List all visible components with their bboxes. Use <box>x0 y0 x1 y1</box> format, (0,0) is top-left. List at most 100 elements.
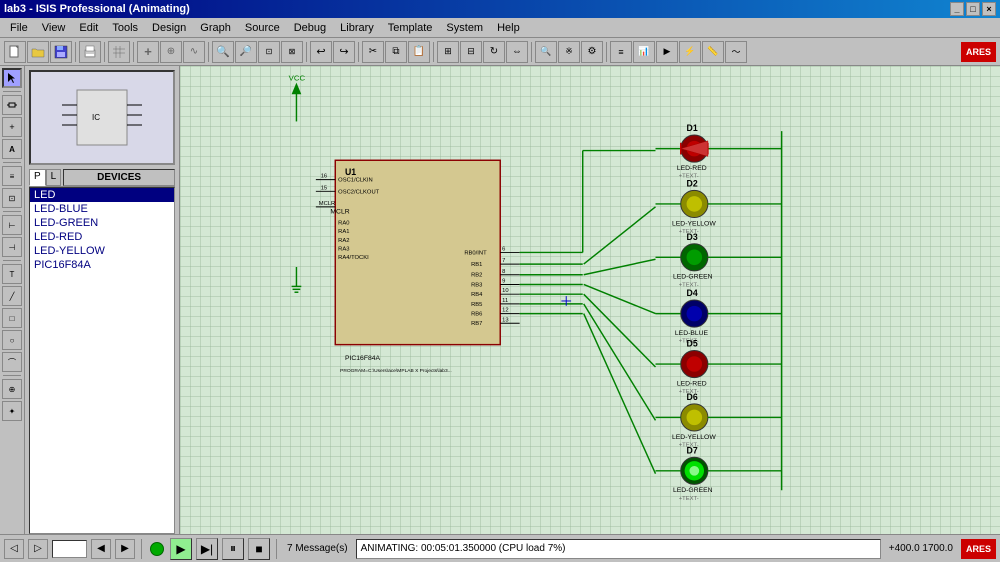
coordinates-display: +400.0 1700.0 <box>885 543 957 554</box>
line-tool[interactable]: ╱ <box>2 286 22 306</box>
cut-button[interactable]: ✂ <box>362 41 384 63</box>
wire-label-tool[interactable]: A <box>2 139 22 159</box>
mirror-button[interactable]: ⇔ <box>506 41 528 63</box>
sep8 <box>531 42 532 62</box>
zoom-out-button[interactable]: 🔎 <box>235 41 257 63</box>
play-button[interactable]: ▶ <box>170 538 192 560</box>
svg-text:LED-GREEN: LED-GREEN <box>673 274 713 281</box>
open-button[interactable] <box>27 41 49 63</box>
circle-tool[interactable]: ○ <box>2 330 22 350</box>
svg-text:D6: D6 <box>687 392 698 402</box>
undo-forward-button[interactable]: ▷ <box>28 539 48 559</box>
svg-text:RB3: RB3 <box>471 282 482 288</box>
annotate-button[interactable]: ※ <box>558 41 580 63</box>
menu-system[interactable]: System <box>440 19 489 37</box>
probe-button[interactable]: ⊕ <box>160 41 182 63</box>
minimize-button[interactable]: _ <box>950 2 964 16</box>
select-tool[interactable] <box>2 68 22 88</box>
print-button[interactable] <box>79 41 101 63</box>
device-led-yellow[interactable]: LED-YELLOW <box>30 244 174 258</box>
arc-tool[interactable]: ⌒ <box>2 352 22 372</box>
zoom-100-button[interactable]: 🔍 <box>535 41 557 63</box>
svg-text:RB1: RB1 <box>471 262 482 268</box>
ares-logo-btn[interactable]: ARES <box>961 42 996 62</box>
marker-tool[interactable]: ✦ <box>2 401 22 421</box>
netlist-button[interactable]: ≡ <box>610 41 632 63</box>
menu-graph[interactable]: Graph <box>194 19 237 37</box>
sim-button[interactable]: ▶ <box>656 41 678 63</box>
step-back-button[interactable]: ◀ <box>91 539 111 559</box>
terminal-tool[interactable]: ⊢ <box>2 215 22 235</box>
zoom-fit-button[interactable]: ⊡ <box>258 41 280 63</box>
menu-debug[interactable]: Debug <box>288 19 332 37</box>
properties-button[interactable]: ⚙ <box>581 41 603 63</box>
device-led-green[interactable]: LED-GREEN <box>30 216 174 230</box>
svg-text:13: 13 <box>502 317 508 323</box>
subcircuit-tool[interactable]: ⊡ <box>2 188 22 208</box>
oscilloscope-button[interactable]: 〜 <box>725 41 747 63</box>
device-list: LED LED-BLUE LED-GREEN LED-RED LED-YELLO… <box>29 187 175 534</box>
undo-button[interactable]: ↩ <box>310 41 332 63</box>
step-forward-button[interactable]: ▶ <box>115 539 135 559</box>
zoom-select-button[interactable]: ⊠ <box>281 41 303 63</box>
svg-text:LED-YELLOW: LED-YELLOW <box>672 220 716 227</box>
device-led-red[interactable]: LED-RED <box>30 230 174 244</box>
junction-tool[interactable]: + <box>2 117 22 137</box>
box-tool[interactable]: □ <box>2 308 22 328</box>
rotate-button[interactable]: ↻ <box>483 41 505 63</box>
add-component-button[interactable]: + <box>137 41 159 63</box>
menu-design[interactable]: Design <box>146 19 192 37</box>
svg-text:RB7: RB7 <box>471 321 482 327</box>
device-led-blue[interactable]: LED-BLUE <box>30 202 174 216</box>
pause-button[interactable]: ⏸ <box>222 538 244 560</box>
svg-text:RA3: RA3 <box>338 247 349 253</box>
redo-button[interactable]: ↪ <box>333 41 355 63</box>
paste-button[interactable]: 📋 <box>408 41 430 63</box>
zoom-area-tool[interactable]: ⊕ <box>2 379 22 399</box>
power-button[interactable]: ⚡ <box>679 41 701 63</box>
menu-source[interactable]: Source <box>239 19 286 37</box>
text-tool[interactable]: T <box>2 264 22 284</box>
component-tool[interactable] <box>2 95 22 115</box>
block-copy-button[interactable]: ⊞ <box>437 41 459 63</box>
device-led[interactable]: LED <box>30 188 174 202</box>
canvas-area[interactable]: VCC U1 16 OSC1/CLKIN 15 OSC2/CLKOUT <box>180 66 1000 534</box>
step-play-button[interactable]: ▶| <box>196 538 218 560</box>
maximize-button[interactable]: □ <box>966 2 980 16</box>
new-button[interactable] <box>4 41 26 63</box>
svg-text:LED-GREEN: LED-GREEN <box>673 487 713 494</box>
menu-tools[interactable]: Tools <box>106 19 144 37</box>
close-button[interactable]: × <box>982 2 996 16</box>
undo-level-input[interactable]: 0 <box>52 540 87 558</box>
svg-text:+TEXT-: +TEXT- <box>679 496 699 502</box>
device-pic16f84a[interactable]: PIC16F84A <box>30 258 174 272</box>
menu-edit[interactable]: Edit <box>73 19 104 37</box>
block-move-button[interactable]: ⊟ <box>460 41 482 63</box>
menu-file[interactable]: File <box>4 19 34 37</box>
animation-status: ANIMATING: 00:05:01.350000 (CPU load 7%) <box>356 539 881 559</box>
undo-back-button[interactable]: ◁ <box>4 539 24 559</box>
statusbar: ◁ ▷ 0 ◀ ▶ ▶ ▶| ⏸ ■ 7 Message(s) ANIMATIN… <box>0 534 1000 562</box>
save-button[interactable] <box>50 41 72 63</box>
port-tool[interactable]: ⊣ <box>2 237 22 257</box>
svg-text:11: 11 <box>502 298 508 304</box>
copy-button[interactable]: ⧉ <box>385 41 407 63</box>
wire-button[interactable]: ∿ <box>183 41 205 63</box>
menu-template[interactable]: Template <box>382 19 439 37</box>
grid-button[interactable] <box>108 41 130 63</box>
svg-text:RA2: RA2 <box>338 238 349 244</box>
stop-button[interactable]: ■ <box>248 538 270 560</box>
tab-p[interactable]: P <box>29 169 46 186</box>
measure-button[interactable]: 📏 <box>702 41 724 63</box>
menu-help[interactable]: Help <box>491 19 526 37</box>
svg-text:VCC: VCC <box>289 74 306 83</box>
menu-library[interactable]: Library <box>334 19 380 37</box>
zoom-in-button[interactable]: 🔍 <box>212 41 234 63</box>
title-text: lab3 - ISIS Professional (Animating) <box>4 3 190 15</box>
bus-tool[interactable]: ≡ <box>2 166 22 186</box>
ares-logo-status[interactable]: ARES <box>961 539 996 559</box>
menu-view[interactable]: View <box>36 19 72 37</box>
svg-text:MCLR: MCLR <box>319 201 335 207</box>
bom-button[interactable]: 📊 <box>633 41 655 63</box>
tab-l[interactable]: L <box>46 169 62 186</box>
